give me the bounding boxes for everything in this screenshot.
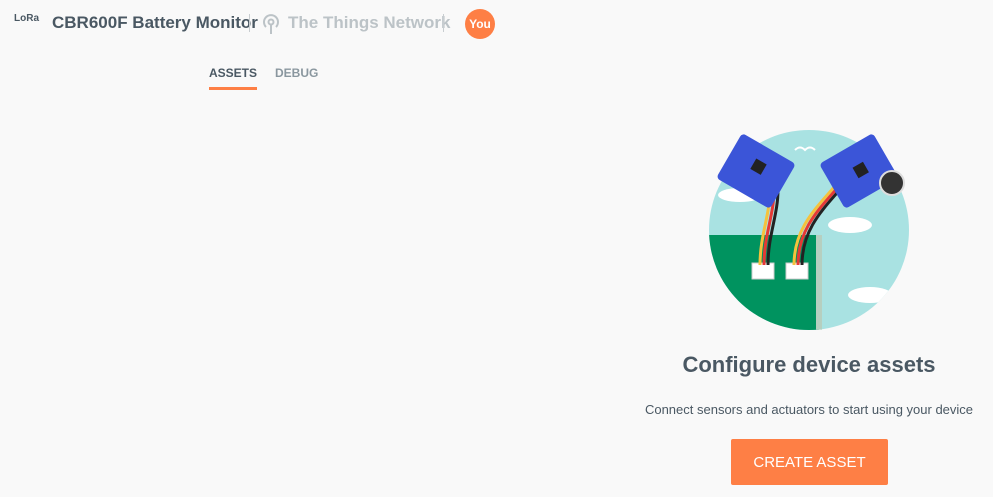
- empty-state-description: Connect sensors and actuators to start u…: [644, 402, 974, 417]
- lora-logo: LoRa: [14, 13, 39, 24]
- network-link[interactable]: The Things Network: [288, 13, 450, 33]
- create-asset-button[interactable]: CREATE ASSET: [731, 439, 888, 485]
- tab-assets[interactable]: ASSETS: [209, 66, 258, 90]
- device-illustration: [700, 125, 920, 340]
- antenna-icon: [261, 13, 281, 40]
- header: LoRa CBR600F Battery Monitor The Things …: [0, 0, 993, 48]
- avatar[interactable]: You: [465, 9, 495, 39]
- divider: [443, 14, 444, 32]
- empty-state-heading: Configure device assets: [682, 352, 936, 377]
- divider: [249, 14, 250, 32]
- tab-debug[interactable]: DEBUG: [275, 66, 318, 80]
- device-title: CBR600F Battery Monitor: [52, 13, 258, 32]
